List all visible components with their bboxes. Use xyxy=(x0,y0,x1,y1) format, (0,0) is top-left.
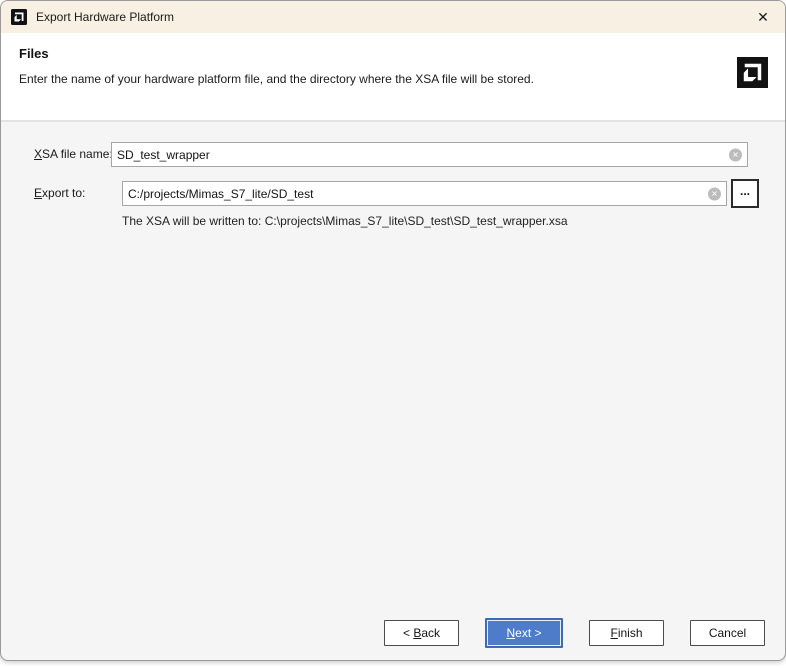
xsa-file-name-label: XSA file name: xyxy=(34,147,113,161)
finish-button[interactable]: Finish xyxy=(589,620,664,646)
export-to-label: Export to: xyxy=(34,186,86,200)
close-icon[interactable]: ✕ xyxy=(747,3,779,31)
export-to-wrap: ✕ xyxy=(122,181,727,206)
next-button[interactable]: Next > xyxy=(485,618,563,648)
back-button[interactable]: < Back xyxy=(384,620,459,646)
xsa-file-name-input[interactable] xyxy=(111,142,748,167)
wizard-button-bar: < Back Next > Finish Cancel xyxy=(384,618,765,648)
cancel-button[interactable]: Cancel xyxy=(690,620,765,646)
window-title: Export Hardware Platform xyxy=(36,10,175,24)
export-hardware-dialog: Export Hardware Platform ✕ Files Enter t… xyxy=(0,0,786,661)
export-to-input[interactable] xyxy=(122,181,727,206)
browse-button[interactable]: ... xyxy=(731,179,759,208)
amd-logo-icon xyxy=(737,57,768,88)
wizard-body: XSA file name: ✕ Export to: ✕ ... The XS… xyxy=(1,124,785,660)
wizard-header: Files Enter the name of your hardware pl… xyxy=(1,33,785,122)
clear-icon[interactable]: ✕ xyxy=(729,148,742,161)
title-bar: Export Hardware Platform ✕ xyxy=(1,1,785,33)
xsa-file-name-wrap: ✕ xyxy=(111,142,748,167)
page-title: Files xyxy=(19,46,49,61)
output-path-info: The XSA will be written to: C:\projects\… xyxy=(122,214,568,228)
amd-logo-icon xyxy=(11,9,27,25)
page-description: Enter the name of your hardware platform… xyxy=(19,72,534,86)
clear-icon[interactable]: ✕ xyxy=(708,187,721,200)
